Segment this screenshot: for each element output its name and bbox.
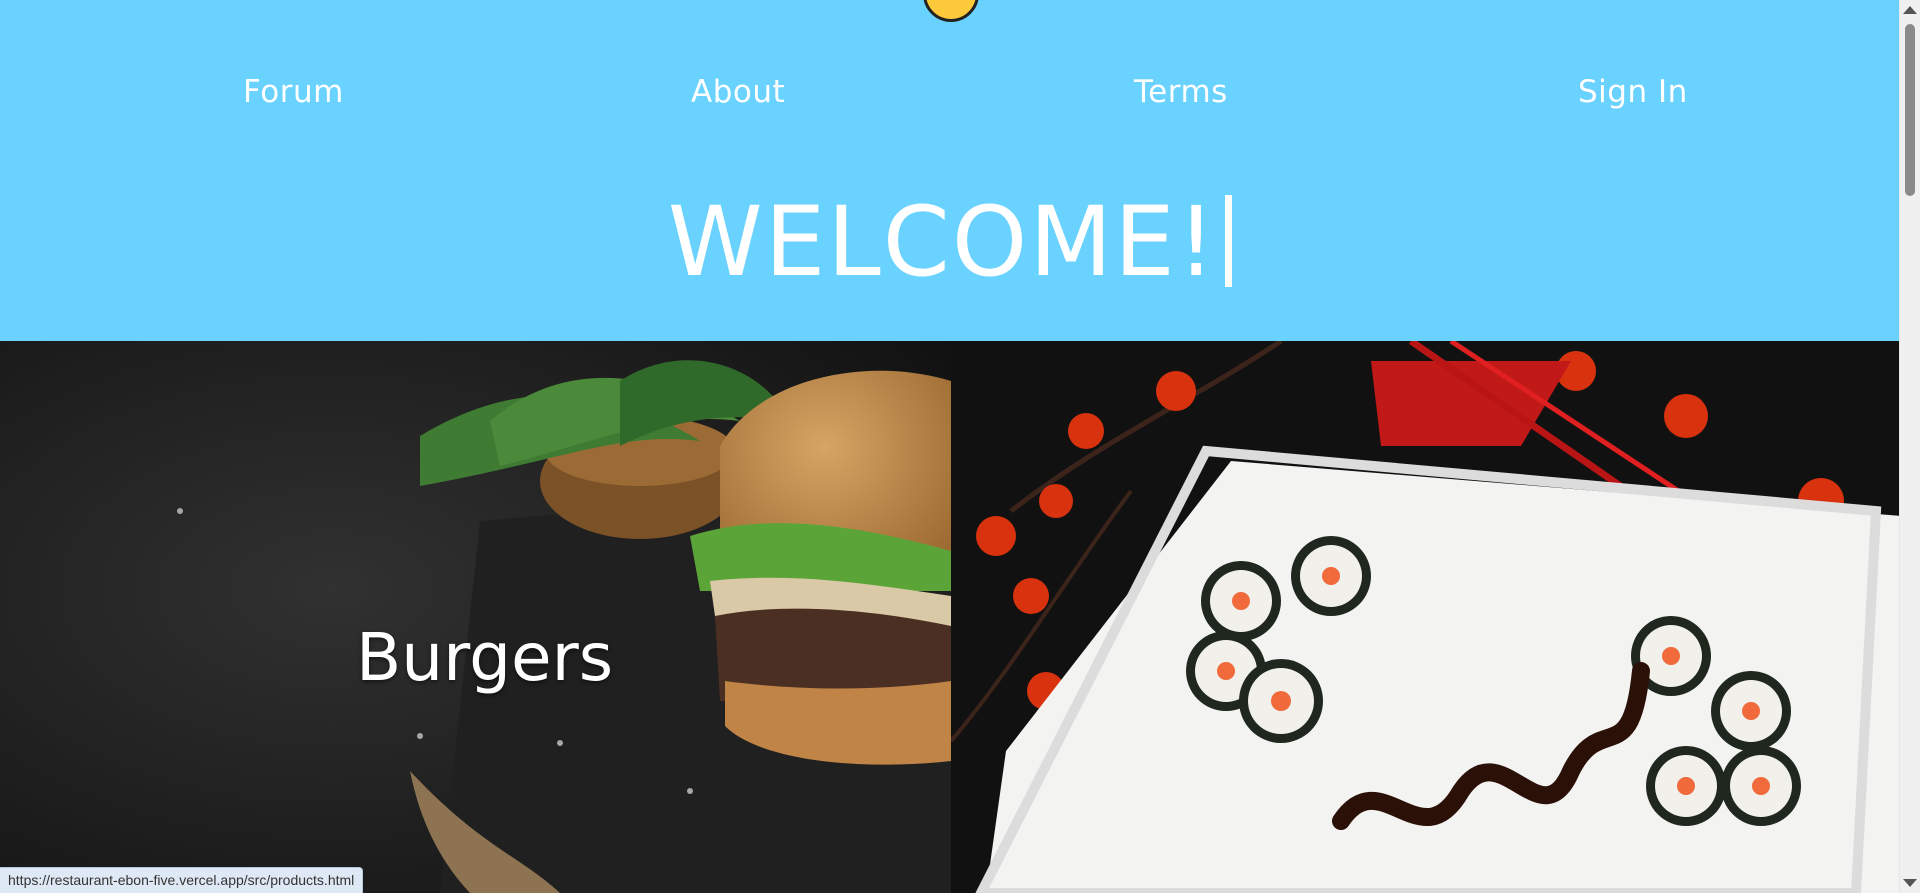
- header: Forum About Terms Sign In WELCOME!: [0, 0, 1900, 341]
- scroll-down-icon[interactable]: [1903, 879, 1917, 887]
- terms-link[interactable]: Terms: [1134, 74, 1228, 110]
- welcome-text: WELCOME!: [667, 186, 1218, 298]
- status-bar-url: https://restaurant-ebon-five.vercel.app/…: [0, 867, 364, 893]
- welcome-heading: WELCOME!: [0, 192, 1900, 292]
- burgers-label: Burgers: [356, 619, 614, 696]
- burgers-card[interactable]: Burgers: [0, 341, 951, 893]
- burger-photo: [0, 341, 951, 893]
- scroll-up-icon[interactable]: [1903, 6, 1917, 14]
- sushi-photo: [951, 341, 1900, 893]
- logo[interactable]: [923, 0, 979, 22]
- sign-in-link[interactable]: Sign In: [1578, 74, 1688, 110]
- typing-cursor: [1225, 195, 1233, 287]
- page: Forum About Terms Sign In WELCOME! Burge…: [0, 0, 1900, 893]
- scroll-thumb[interactable]: [1905, 24, 1915, 196]
- about-link[interactable]: About: [691, 74, 785, 110]
- vertical-scrollbar[interactable]: [1899, 0, 1920, 893]
- sushi-card[interactable]: [951, 341, 1900, 893]
- forum-link[interactable]: Forum: [243, 74, 344, 110]
